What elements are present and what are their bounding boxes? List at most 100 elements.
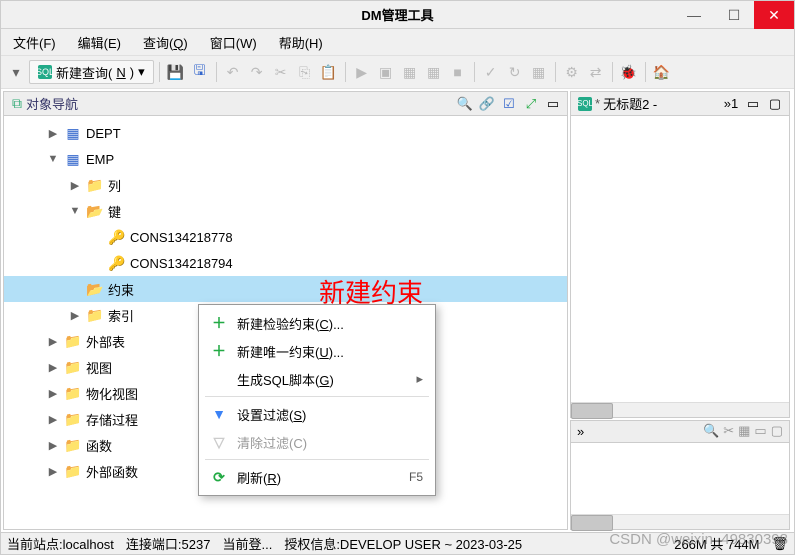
tree-row[interactable]: ▼▦EMP [4,146,567,172]
tree-row[interactable]: ▼📂键 [4,198,567,224]
expand-arrow-icon[interactable]: ▶ [68,309,82,322]
paste-icon[interactable]: 📋 [318,61,340,83]
folder-icon: 📁 [64,332,82,350]
sql-icon: SQL [578,97,592,111]
result-body[interactable] [571,443,789,529]
expand-arrow-icon[interactable]: ▶ [68,179,82,192]
key-icon: 🔑 [108,228,126,246]
result-toolbar: » 🔍 ✂ ▦ ▭ ▢ [571,421,789,443]
close-button[interactable]: ✕ [754,1,794,29]
tab-min-icon[interactable]: ▭ [743,94,763,114]
nav-tab-label: 对象导航 [26,94,78,113]
menu-file[interactable]: 文件(F) [7,31,62,54]
cm-refresh[interactable]: ⟳ 刷新(R) F5 [199,463,435,491]
expand-arrow-icon[interactable]: ▶ [46,387,60,400]
tree-item-label: CONS134218794 [130,256,233,271]
menu-window[interactable]: 窗口(W) [204,31,263,54]
context-menu: ＋ 新建检验约束(C)... ＋ 新建唯一约束(U)... 生成SQL脚本(G)… [198,304,436,496]
h-scrollbar[interactable] [571,402,789,417]
nav-tabbar: ⧉ 对象导航 🔍 🔗 ☑ ⤢ ▭ [4,92,567,116]
editor-body[interactable] [571,116,789,417]
folder-icon: 📁 [64,384,82,402]
status-auth: 授权信息:DEVELOP USER ~ 2023-03-25 [284,534,522,553]
tool2-icon[interactable]: ⇄ [585,61,607,83]
nav-tool5-icon[interactable]: ▭ [543,94,563,114]
nav-tool1-icon[interactable]: 🔍 [455,94,475,114]
minimize-button[interactable]: — [674,1,714,29]
tree-row[interactable]: ▶📁列 [4,172,567,198]
result-chevron-icon[interactable]: » [577,424,584,439]
debug-icon[interactable]: ▦ [399,61,421,83]
expand-arrow-icon[interactable]: ▶ [46,361,60,374]
tree-row[interactable]: 🔑CONS134218778 [4,224,567,250]
maximize-button[interactable]: ☐ [714,1,754,29]
tree-item-label: 键 [108,202,121,221]
expand-arrow-icon[interactable]: ▶ [46,335,60,348]
tree-row[interactable]: 🔑 CONS134218794 [4,250,567,276]
folder-icon: 📁 [86,306,104,324]
h-scrollbar[interactable] [571,514,789,529]
tree-item-label: 存储过程 [86,410,138,429]
cm-gen-sql[interactable]: 生成SQL脚本(G) ▸ [199,365,435,393]
stop-icon[interactable]: ■ [447,61,469,83]
expand-arrow-icon[interactable]: ▼ [46,153,60,165]
result-tool2-icon[interactable]: ✂ [723,423,734,439]
nav-tab-icon: ⧉ [12,95,22,112]
editor-area: SQL * 无标题2 - »1 ▭ ▢ » 🔍 ✂ ▦ [570,91,790,530]
nav-tool3-icon[interactable]: ☑ [499,94,519,114]
tree-item-label: 外部函数 [86,462,138,481]
chevron-right-icon: ▸ [416,371,423,387]
copy-icon[interactable]: ⎘ [294,61,316,83]
expand-arrow-icon[interactable]: ▶ [46,413,60,426]
tree-item-label: DEPT [86,126,121,141]
tab-more-icon[interactable]: »1 [721,94,741,114]
tx-icon[interactable]: ▦ [528,61,550,83]
cm-new-check[interactable]: ＋ 新建检验约束(C)... [199,309,435,337]
rollback-icon[interactable]: ↻ [504,61,526,83]
window-controls: — ☐ ✕ [674,1,794,29]
undo-icon[interactable]: ↶ [222,61,244,83]
menu-help[interactable]: 帮助(H) [273,31,329,54]
result-tool4-icon[interactable]: ▭ [754,423,766,439]
cut-icon[interactable]: ✂ [270,61,292,83]
trash-icon[interactable]: 🗑 [771,536,788,552]
editor-tab[interactable]: SQL * 无标题2 - [575,94,660,113]
key-icon: 🔑 [108,254,126,272]
expand-arrow-icon[interactable]: ▶ [46,465,60,478]
result-tool1-icon[interactable]: 🔍 [703,423,719,439]
bug-icon[interactable]: 🐞 [618,61,640,83]
status-mem: 266M 共 744M [674,534,759,553]
redo-icon[interactable]: ↷ [246,61,268,83]
run-icon[interactable]: ▶ [351,61,373,83]
commit-icon[interactable]: ✓ [480,61,502,83]
tool1-icon[interactable]: ⚙ [561,61,583,83]
cm-clear-filter: ▽ 清除过滤(C) [199,428,435,456]
debug2-icon[interactable]: ▦ [423,61,445,83]
clear-filter-icon: ▽ [211,434,227,451]
tree-item-label: 外部表 [86,332,125,351]
tree-item-label: EMP [86,152,114,167]
expand-arrow-icon[interactable]: ▼ [68,205,82,217]
menu-edit[interactable]: 编辑(E) [72,31,127,54]
cm-new-unique[interactable]: ＋ 新建唯一约束(U)... [199,337,435,365]
result-tool5-icon[interactable]: ▢ [771,423,783,439]
tb-dropdown-icon[interactable]: ▾ [5,61,27,83]
tab-max-icon[interactable]: ▢ [765,94,785,114]
home-icon[interactable]: 🏠 [651,61,673,83]
tree-item-label: 约束 [108,280,134,299]
expand-arrow-icon[interactable]: ▶ [46,439,60,452]
result-tool3-icon[interactable]: ▦ [738,423,750,439]
new-query-button[interactable]: SQL 新建查询(N) ▾ [29,60,154,84]
nav-tab[interactable]: ⧉ 对象导航 [8,94,82,113]
menu-query[interactable]: 查询(Q) [137,31,194,54]
expand-arrow-icon[interactable]: ▶ [46,127,60,140]
nav-tool2-icon[interactable]: 🔗 [477,94,497,114]
cm-set-filter[interactable]: ▼ 设置过滤(S) [199,400,435,428]
nav-tool4-icon[interactable]: ⤢ [521,94,541,114]
cm-shortcut: F5 [409,470,423,484]
tree-row[interactable]: 📂约束 [4,276,567,302]
save-all-icon[interactable]: 🖫 [189,61,211,83]
save-icon[interactable]: 💾 [165,61,187,83]
run-script-icon[interactable]: ▣ [375,61,397,83]
tree-row[interactable]: ▶▦DEPT [4,120,567,146]
